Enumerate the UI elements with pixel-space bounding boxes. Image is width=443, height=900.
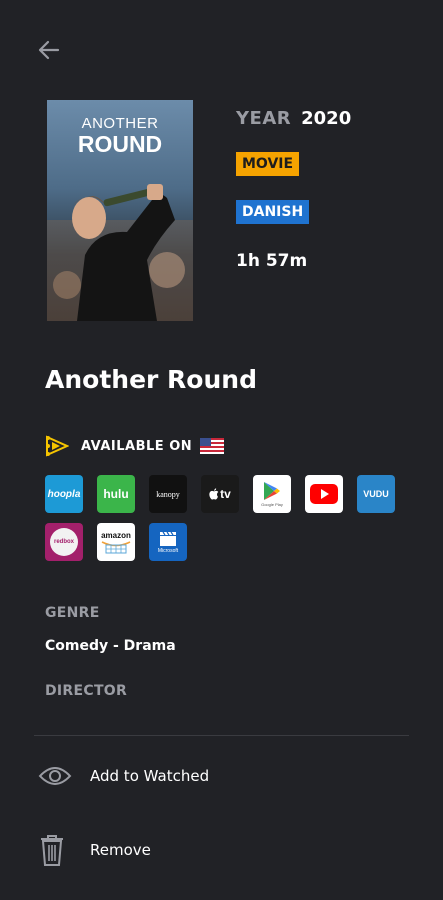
provider-google-play-label: Google Play <box>261 502 283 507</box>
remove-button[interactable]: Remove <box>38 832 151 868</box>
remove-label: Remove <box>90 841 151 859</box>
justwatch-logo-icon <box>46 435 69 457</box>
year-row: YEAR 2020 <box>236 108 351 129</box>
provider-amazon[interactable]: amazon <box>97 523 135 561</box>
provider-microsoft[interactable]: Microsoft <box>149 523 187 561</box>
provider-amazon-label: amazon <box>101 530 131 540</box>
year-label: YEAR <box>236 108 292 129</box>
movie-poster: ANOTHER ROUND <box>47 100 193 321</box>
eye-icon <box>38 767 72 785</box>
poster-title-line1: ANOTHER <box>81 115 159 132</box>
youtube-logo-icon <box>310 484 338 504</box>
divider <box>34 735 409 736</box>
clapperboard-icon <box>160 531 176 546</box>
movie-meta: YEAR 2020 MOVIE DANISH 1h 57m <box>236 108 351 271</box>
apple-logo-icon <box>209 488 219 500</box>
available-on-label: AVAILABLE ON <box>81 438 193 454</box>
poster-title: ANOTHER ROUND <box>47 116 193 156</box>
add-to-watched-label: Add to Watched <box>90 767 210 785</box>
type-badge: MOVIE <box>236 152 300 176</box>
runtime: 1h 57m <box>236 251 308 271</box>
poster-title-line2: ROUND <box>77 131 163 157</box>
amazon-cart-icon <box>101 540 131 553</box>
provider-hulu[interactable]: hulu <box>97 475 135 513</box>
google-play-logo-icon <box>264 482 280 500</box>
language-badge: DANISH <box>236 200 310 224</box>
genre-value: Comedy - Drama <box>45 638 176 654</box>
provider-apple-tv-label: tv <box>220 487 231 501</box>
provider-kanopy[interactable]: kanopy <box>149 475 187 513</box>
provider-microsoft-label: Microsoft <box>157 547 179 554</box>
trash-icon <box>41 835 63 866</box>
provider-google-play[interactable]: Google Play <box>253 475 291 513</box>
back-button[interactable] <box>36 38 62 62</box>
us-flag-icon <box>200 438 225 454</box>
poster-figure-art <box>47 184 193 321</box>
provider-vudu[interactable]: VUDU <box>357 475 395 513</box>
year-value: 2020 <box>301 108 352 129</box>
genre-label: GENRE <box>45 605 100 621</box>
provider-redbox-label: redbox <box>53 539 74 545</box>
provider-kanopy-label: kanopy <box>156 489 180 499</box>
provider-redbox[interactable]: redbox <box>45 523 83 561</box>
provider-youtube[interactable] <box>305 475 343 513</box>
provider-apple-tv[interactable]: tv <box>201 475 239 513</box>
arrow-left-icon <box>38 40 60 60</box>
provider-hoopla-label: hoopla <box>47 488 81 500</box>
provider-hulu-label: hulu <box>103 487 129 501</box>
add-to-watched-button[interactable]: Add to Watched <box>38 764 209 788</box>
available-on-row: AVAILABLE ON <box>45 435 225 457</box>
provider-redbox-circle: redbox <box>50 528 78 556</box>
movie-detail-screen: ANOTHER ROUND YEAR 2020 MOVIE DANISH 1h … <box>0 0 443 900</box>
movie-title: Another Round <box>45 365 257 394</box>
director-label: DIRECTOR <box>45 683 128 699</box>
provider-vudu-label: VUDU <box>363 489 389 499</box>
provider-hoopla[interactable]: hoopla <box>45 475 83 513</box>
